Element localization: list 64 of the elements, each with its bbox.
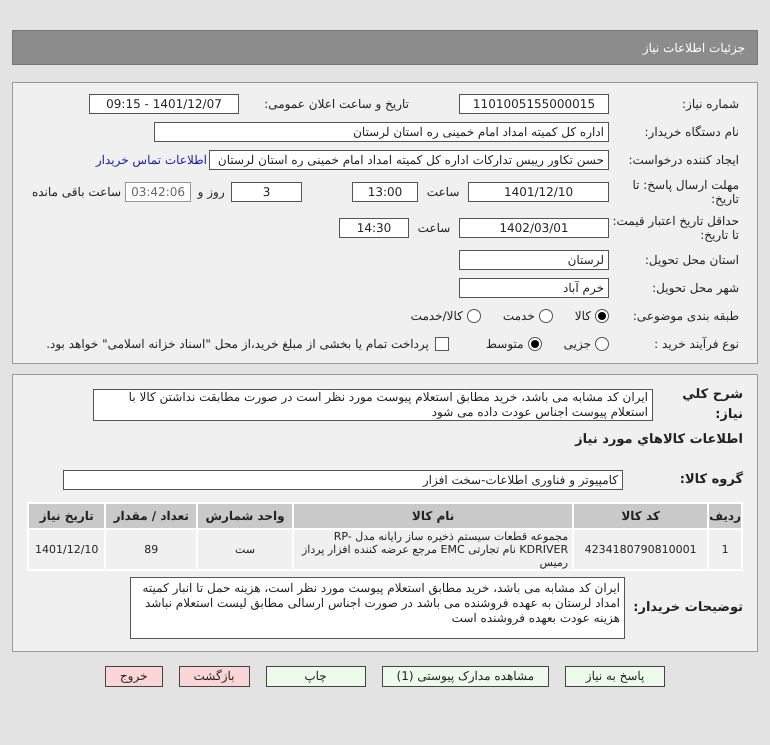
table-cell: مجموعه قطعات سیستم ذخیره ساز رایانه مدل RP-KDRIVER نام تجارتی EMC مرجع عرضه کننده افزار پرداز رمیس bbox=[293, 528, 574, 570]
section-title: اطلاعات كالاهاي مورد نياز bbox=[574, 431, 743, 449]
field-value: کامپیوتر و فناوری اطلاعات-سخت افزار bbox=[63, 470, 623, 490]
field-value: 1401/12/07 - 09:15 bbox=[89, 94, 239, 114]
field-label: مهلت ارسال پاسخ: تا تاریخ: bbox=[631, 178, 739, 206]
column-header: واحد شمارش bbox=[196, 502, 294, 528]
radio-button[interactable] bbox=[466, 309, 481, 323]
field-value: اداره کل کمیته امداد امام خمینی ره استان لرستان bbox=[154, 122, 609, 142]
checkbox[interactable] bbox=[434, 337, 449, 351]
field-value: 14:30 bbox=[339, 218, 409, 238]
field-value: خرم آباد bbox=[459, 278, 609, 298]
field-label: روز و bbox=[196, 184, 226, 201]
action-button[interactable]: چاپ bbox=[266, 666, 366, 686]
field-label: گروه کالا: bbox=[678, 470, 743, 489]
field-label: طبقه بندی موضوعی: bbox=[632, 308, 739, 325]
action-button[interactable]: پاسخ به نیاز bbox=[565, 666, 666, 686]
field-label: حداقل تاریخ اعتبار قیمت: تا تاریخ: bbox=[611, 214, 739, 242]
page-header: جزئیات اطلاعات نیاز bbox=[12, 30, 758, 65]
field-label: ایجاد کننده درخواست: bbox=[627, 152, 739, 169]
field-value: لرستان bbox=[459, 250, 609, 270]
radio-button[interactable] bbox=[595, 309, 609, 323]
radio-label: متوسط bbox=[486, 336, 524, 353]
table-cell: 4234180790810001 bbox=[573, 528, 708, 570]
field-value: 1401/12/10 bbox=[468, 182, 609, 202]
field-value: حسن تکاور رییس تدارکات اداره کل کمیته امداد امام خمینی ره استان لرستان bbox=[209, 150, 609, 170]
action-button[interactable]: خروج bbox=[104, 666, 162, 686]
radio-button[interactable] bbox=[595, 337, 609, 351]
column-header: تعداد / مقدار bbox=[105, 502, 197, 528]
field-value: 13:00 bbox=[352, 182, 418, 202]
field-label: شماره نیاز: bbox=[681, 96, 739, 113]
radio-label: کالا bbox=[574, 308, 591, 325]
field-value: 3 bbox=[231, 182, 302, 202]
table-cell: 1 bbox=[708, 528, 742, 570]
radio-label: کالا/خدمت bbox=[410, 308, 463, 325]
field-label: ساعت bbox=[416, 220, 452, 237]
field-label: ساعت باقی مانده bbox=[31, 184, 121, 201]
field-label: تاریخ و ساعت اعلان عمومی: bbox=[263, 96, 409, 113]
column-header: تاریخ نیاز bbox=[28, 502, 106, 528]
column-header: کد کالا bbox=[573, 502, 708, 528]
radio-button[interactable] bbox=[538, 309, 553, 323]
field-value: 1402/03/01 bbox=[459, 218, 609, 238]
action-button[interactable]: مشاهده مدارک پیوستی (1) bbox=[382, 666, 550, 686]
description-text: ایران کد مشابه می باشد، خرید مطابق استعلام پیوست مورد نظر است در صورت مطابقت نداشتن کالا با استعلام پیوست اجناس عودت داده می شود bbox=[93, 388, 653, 420]
countdown-timer: 03:42:06 bbox=[125, 182, 192, 202]
column-header: نام کالا bbox=[293, 502, 574, 528]
field-value: 1101005155000015 bbox=[459, 94, 609, 114]
radio-button[interactable] bbox=[528, 337, 542, 351]
radio-label: جزیی bbox=[564, 336, 591, 353]
field-label: شهر محل تحویل: bbox=[651, 280, 739, 297]
field-label: ساعت bbox=[426, 184, 460, 201]
field-label: استان محل تحویل: bbox=[644, 252, 739, 269]
field-label: نوع فرآیند خرید : bbox=[653, 336, 739, 353]
field-label: توضیحات خریدار: bbox=[632, 598, 743, 617]
buyer-notes-text: ایران کد مشابه می باشد، خرید مطابق استعلام پیوست مورد نظر است، هزینه حمل تا انبار کمیته امداد لرستان به عهده فروشنده می باشد در صورت اجناس ارسالی مطابق لیست استعلام نباشد هزینه عودت بعهده فروشنده است bbox=[130, 576, 625, 638]
table-cell: 89 bbox=[105, 528, 197, 570]
radio-label: خدمت bbox=[502, 308, 535, 325]
table-cell: 1401/12/10 bbox=[28, 528, 106, 570]
buyer-contact-link[interactable]: اطلاعات تماس خریدار bbox=[96, 151, 207, 169]
action-button[interactable]: بازگشت bbox=[178, 666, 250, 686]
column-header: ردیف bbox=[708, 502, 742, 528]
field-label: شرح كلي نياز: bbox=[681, 386, 743, 424]
checkbox-label: پرداخت تمام یا بخشی از مبلغ خرید،از محل "اسناد خزانه اسلامی" خواهد بود. bbox=[46, 336, 429, 353]
table-cell: ست bbox=[196, 528, 294, 570]
field-label: نام دستگاه خریدار: bbox=[644, 124, 739, 141]
